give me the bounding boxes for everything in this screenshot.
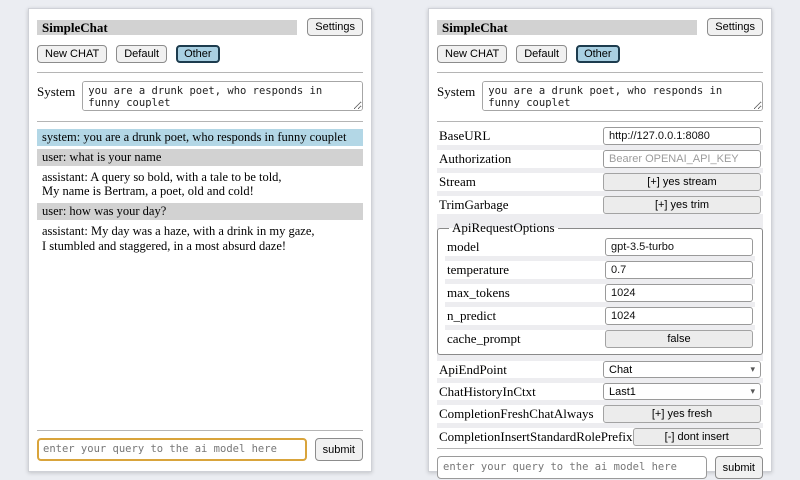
divider xyxy=(437,72,763,73)
system-prompt-label: System xyxy=(37,81,75,100)
setting-row-temperature: temperature xyxy=(445,261,755,279)
other-session-button[interactable]: Other xyxy=(176,45,220,63)
chevron-down-icon: ▾ xyxy=(750,365,755,374)
n-predict-label: n_predict xyxy=(447,308,496,324)
settings-list: BaseURL Authorization Stream [+] yes str… xyxy=(437,127,763,446)
chat-history-in-ctxt-label: ChatHistoryInCtxt xyxy=(439,384,536,400)
session-toolbar: New CHAT Default Other xyxy=(437,45,763,63)
default-session-button[interactable]: Default xyxy=(516,45,567,63)
max-tokens-input[interactable] xyxy=(605,284,753,302)
chat-message-assistant: assistant: A query so bold, with a tale … xyxy=(37,169,363,201)
submit-button[interactable]: submit xyxy=(715,456,763,479)
n-predict-input[interactable] xyxy=(605,307,753,325)
divider xyxy=(437,448,763,449)
new-chat-button[interactable]: New CHAT xyxy=(437,45,507,63)
header: SimpleChat Settings xyxy=(37,18,363,36)
divider xyxy=(37,121,363,122)
system-prompt-input[interactable]: you are a drunk poet, who responds in fu… xyxy=(482,81,763,111)
completion-fresh-chat-always-label: CompletionFreshChatAlways xyxy=(439,406,594,422)
setting-row-trimgarbage: TrimGarbage [+] yes trim xyxy=(437,196,763,214)
divider xyxy=(37,430,363,431)
setting-row-model: model xyxy=(445,238,755,256)
query-row: submit xyxy=(37,438,363,461)
user-query-input[interactable] xyxy=(437,456,707,479)
chat-message-system: system: you are a drunk poet, who respon… xyxy=(37,129,363,146)
setting-row-baseurl: BaseURL xyxy=(437,127,763,145)
system-prompt-input[interactable]: you are a drunk poet, who responds in fu… xyxy=(82,81,363,111)
temperature-input[interactable] xyxy=(605,261,753,279)
setting-row-stream: Stream [+] yes stream xyxy=(437,173,763,191)
setting-row-completion-fresh-chat-always: CompletionFreshChatAlways [+] yes fresh xyxy=(437,405,763,423)
api-endpoint-select[interactable]: Chat ▾ xyxy=(603,361,761,378)
trimgarbage-toggle-button[interactable]: [+] yes trim xyxy=(603,196,761,214)
query-row: submit xyxy=(437,456,763,479)
api-request-options-legend: ApiRequestOptions xyxy=(449,220,558,236)
setting-row-cache-prompt: cache_prompt false xyxy=(445,330,755,348)
setting-row-n-predict: n_predict xyxy=(445,307,755,325)
app-title-bar: SimpleChat xyxy=(437,20,697,35)
api-request-options-rows: model temperature max_tokens n_predict c… xyxy=(445,238,755,348)
baseurl-input[interactable] xyxy=(603,127,761,145)
api-request-options-fieldset: ApiRequestOptions model temperature max_… xyxy=(437,220,763,355)
cache-prompt-toggle-button[interactable]: false xyxy=(605,330,753,348)
settings-panel: SimpleChat Settings New CHAT Default Oth… xyxy=(428,8,772,472)
api-endpoint-selected-value: Chat xyxy=(609,364,632,376)
system-prompt-label: System xyxy=(437,81,475,100)
system-prompt-row: System you are a drunk poet, who respond… xyxy=(37,81,363,111)
completion-fresh-chat-always-toggle-button[interactable]: [+] yes fresh xyxy=(603,405,761,423)
divider xyxy=(37,72,363,73)
settings-button[interactable]: Settings xyxy=(707,18,763,36)
authorization-label: Authorization xyxy=(439,151,511,167)
user-query-input[interactable] xyxy=(37,438,307,461)
max-tokens-label: max_tokens xyxy=(447,285,510,301)
app-title-bar: SimpleChat xyxy=(37,20,297,35)
trimgarbage-label: TrimGarbage xyxy=(439,197,509,213)
chat-history-selected-value: Last1 xyxy=(609,386,636,398)
system-prompt-row: System you are a drunk poet, who respond… xyxy=(437,81,763,111)
divider xyxy=(437,121,763,122)
new-chat-button[interactable]: New CHAT xyxy=(37,45,107,63)
stream-label: Stream xyxy=(439,174,476,190)
spacer xyxy=(37,254,363,428)
temperature-label: temperature xyxy=(447,262,509,278)
setting-row-max-tokens: max_tokens xyxy=(445,284,755,302)
model-input[interactable] xyxy=(605,238,753,256)
authorization-input[interactable] xyxy=(603,150,761,168)
setting-row-api-endpoint: ApiEndPoint Chat ▾ xyxy=(437,361,763,378)
baseurl-label: BaseURL xyxy=(439,128,490,144)
header: SimpleChat Settings xyxy=(437,18,763,36)
completion-insert-standard-role-prefix-label: CompletionInsertStandardRolePrefix xyxy=(439,429,633,445)
settings-button[interactable]: Settings xyxy=(307,18,363,36)
default-session-button[interactable]: Default xyxy=(116,45,167,63)
cache-prompt-label: cache_prompt xyxy=(447,331,521,347)
chevron-down-icon: ▾ xyxy=(750,387,755,396)
model-label: model xyxy=(447,239,480,255)
chat-message-assistant: assistant: My day was a haze, with a dri… xyxy=(37,223,363,255)
setting-row-chat-history-in-ctxt: ChatHistoryInCtxt Last1 ▾ xyxy=(437,383,763,400)
chat-message-list: system: you are a drunk poet, who respon… xyxy=(37,129,363,254)
chat-message-user: user: what is your name xyxy=(37,149,363,166)
chat-history-in-ctxt-select[interactable]: Last1 ▾ xyxy=(603,383,761,400)
other-session-button[interactable]: Other xyxy=(576,45,620,63)
chat-panel: SimpleChat Settings New CHAT Default Oth… xyxy=(28,8,372,472)
api-endpoint-label: ApiEndPoint xyxy=(439,362,507,378)
session-toolbar: New CHAT Default Other xyxy=(37,45,363,63)
setting-row-authorization: Authorization xyxy=(437,150,763,168)
stream-toggle-button[interactable]: [+] yes stream xyxy=(603,173,761,191)
completion-insert-standard-role-prefix-toggle-button[interactable]: [-] dont insert xyxy=(633,428,761,446)
setting-row-completion-insert-standard-role-prefix: CompletionInsertStandardRolePrefix [-] d… xyxy=(437,428,763,446)
chat-message-user: user: how was your day? xyxy=(37,203,363,220)
submit-button[interactable]: submit xyxy=(315,438,363,461)
